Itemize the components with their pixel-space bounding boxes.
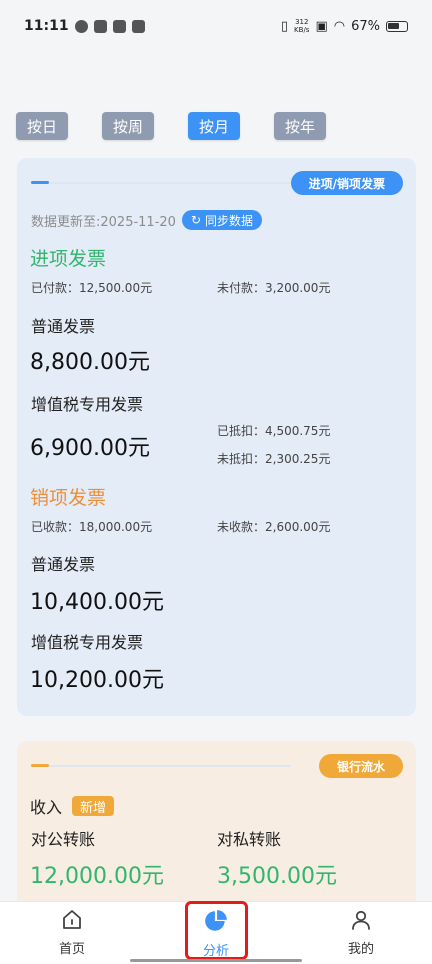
card-divider	[31, 764, 291, 767]
input-ordinary-label: 普通发票	[31, 317, 96, 336]
tab-week[interactable]: 按周	[102, 112, 154, 140]
received-amount: 已收款：18,000.00元	[31, 520, 153, 534]
input-ordinary-amount: 8,800.00元	[30, 350, 150, 375]
bank-statement-card: 银行流水 收入 新增 对公转账 对私转账 12,000.00元 3,500.00…	[17, 741, 416, 911]
input-vat-label: 增值税专用发票	[31, 395, 144, 414]
new-badge: 新增	[72, 796, 115, 816]
output-invoice-title: 销项发票	[30, 487, 107, 509]
bank-card-tag: 银行流水	[318, 754, 403, 778]
sync-data-button[interactable]: ↻ 同步数据	[181, 210, 263, 230]
invoice-card-tag: 进项/销项发票	[290, 171, 403, 195]
notification-app-icon	[93, 19, 107, 33]
sim-icon: ▣	[315, 18, 328, 34]
income-label: 收入	[30, 798, 63, 817]
output-vat-amount: 10,200.00元	[30, 668, 164, 693]
data-updated-text: 数据更新至:2025-11-20	[31, 214, 176, 230]
public-transfer-label: 对公转账	[31, 830, 96, 849]
vibrate-icon: ▯	[280, 18, 289, 34]
period-tabs: 按日 按周 按月 按年	[16, 112, 326, 140]
wifi-icon: ◠	[333, 18, 346, 34]
battery-icon	[386, 20, 408, 32]
input-vat-amount: 6,900.00元	[30, 436, 150, 461]
deducted-amount: 已抵扣：4,500.75元	[217, 424, 331, 438]
tab-day[interactable]: 按日	[16, 112, 68, 140]
paid-amount: 已付款：12,500.00元	[31, 281, 153, 295]
clock: 11:11	[24, 18, 69, 34]
home-icon	[63, 910, 81, 929]
status-bar: 11:11 ▯ 312 KB/s ▣ ◠ 67%	[0, 0, 432, 52]
notification-mail-icon	[131, 19, 145, 33]
refresh-icon: ↻	[190, 213, 201, 227]
nav-home[interactable]: 首页	[37, 908, 107, 957]
battery-level: 67%	[351, 18, 380, 34]
invoice-card: 进项/销项发票 数据更新至:2025-11-20 ↻ 同步数据 进项发票 已付款…	[17, 158, 416, 716]
home-indicator	[130, 959, 302, 962]
output-ordinary-label: 普通发票	[31, 555, 96, 574]
user-icon	[352, 910, 370, 930]
output-vat-label: 增值税专用发票	[31, 633, 144, 652]
undeducted-amount: 未抵扣：2,300.25元	[217, 452, 331, 466]
analysis-highlight-box	[185, 901, 248, 960]
unreceived-amount: 未收款：2,600.00元	[217, 520, 331, 534]
private-transfer-label: 对私转账	[217, 830, 282, 849]
income-row: 收入 新增	[30, 794, 115, 818]
card-divider	[31, 181, 291, 184]
private-transfer-amount: 3,500.00元	[217, 864, 337, 889]
tab-year[interactable]: 按年	[274, 112, 326, 140]
notification-app-icon	[112, 19, 126, 33]
data-updated-row: 数据更新至:2025-11-20 ↻ 同步数据	[31, 210, 263, 230]
output-ordinary-amount: 10,400.00元	[30, 590, 164, 615]
tab-month[interactable]: 按月	[188, 112, 240, 140]
input-invoice-title: 进项发票	[30, 248, 107, 270]
unpaid-amount: 未付款：3,200.00元	[217, 281, 331, 295]
notification-check-icon	[74, 19, 88, 33]
public-transfer-amount: 12,000.00元	[30, 864, 164, 889]
nav-mine[interactable]: 我的	[326, 908, 396, 957]
network-speed: 312 KB/s	[294, 18, 310, 34]
